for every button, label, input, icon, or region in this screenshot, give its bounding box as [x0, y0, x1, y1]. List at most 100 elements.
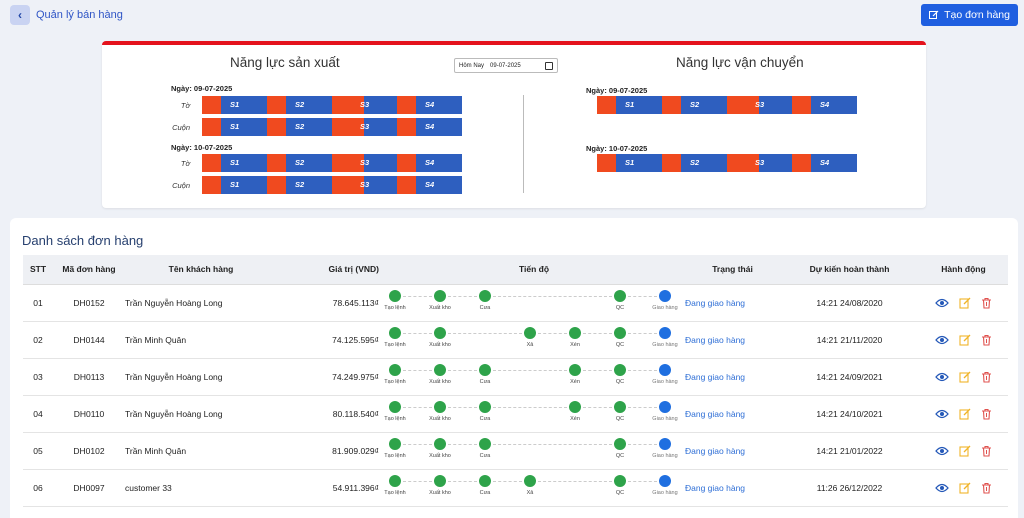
- progress-track: Tạo lệnh Xuất kho Cưa Xả QC Giao hàng: [383, 470, 685, 506]
- shipping-day-label: Ngày: 09-07-2025: [586, 86, 648, 95]
- eye-icon[interactable]: [935, 372, 949, 382]
- segment-s4: S4: [397, 96, 462, 114]
- status-link[interactable]: Đang giao hàng: [685, 432, 780, 470]
- create-order-label: Tạo đơn hàng: [944, 9, 1010, 21]
- trash-icon[interactable]: [981, 371, 992, 383]
- step-dot: [614, 326, 626, 339]
- progress-step-cua: Cưa: [469, 474, 501, 496]
- column-header[interactable]: Tiến độ: [383, 255, 685, 285]
- step-label: QC: [615, 452, 625, 459]
- progress-step-xuat: Xuất kho: [424, 474, 456, 496]
- segment-s1: S1: [597, 96, 662, 114]
- progress-step-qc: QC: [604, 474, 636, 496]
- edit-icon[interactable]: [959, 482, 971, 494]
- trash-icon[interactable]: [981, 482, 992, 494]
- step-dot: [614, 437, 626, 450]
- progress-step-xen: Xén: [559, 326, 591, 348]
- step-dot: [389, 437, 401, 450]
- eye-icon[interactable]: [935, 409, 949, 419]
- eye-icon[interactable]: [935, 298, 949, 308]
- column-header[interactable]: STT: [23, 255, 53, 285]
- chevron-left-icon[interactable]: ‹: [10, 5, 30, 25]
- segment-s2: S2: [267, 96, 332, 114]
- calendar-icon[interactable]: [545, 61, 553, 70]
- column-header[interactable]: Trạng thái: [685, 255, 780, 285]
- step-label: Xuất kho: [429, 378, 451, 385]
- progress-step-xen: Xén: [559, 363, 591, 385]
- edit-icon[interactable]: [959, 297, 971, 309]
- eye-icon[interactable]: [935, 335, 949, 345]
- step-label: Tạo lệnh: [384, 304, 406, 311]
- expected-completion: 14:21 24/09/2021: [780, 358, 919, 396]
- status-link[interactable]: Đang giao hàng: [685, 469, 780, 507]
- progress-step-tao: Tạo lệnh: [379, 289, 411, 311]
- production-day-label: Ngày: 10-07-2025: [171, 143, 233, 152]
- table-row[interactable]: 02 DH0144 Trần Minh Quân 74.125.595₫ Tạo lện…: [23, 321, 1008, 359]
- shipping-day-label: Ngày: 10-07-2025: [586, 144, 648, 153]
- step-dot: [659, 326, 671, 339]
- trash-icon[interactable]: [981, 445, 992, 457]
- progress-track: Tạo lệnh Xuất kho Cưa Xén QC Giao hàng: [383, 359, 685, 395]
- edit-icon[interactable]: [959, 334, 971, 346]
- step-dot: [569, 400, 581, 413]
- order-code: DH0102: [53, 432, 125, 470]
- eye-icon[interactable]: [935, 446, 949, 456]
- back-link[interactable]: ‹ Quản lý bán hàng: [10, 5, 123, 25]
- progress-track: Tạo lệnh Xuất kho Xả Xén QC Giao hàng: [383, 322, 685, 358]
- status-link[interactable]: Đang giao hàng: [685, 321, 780, 359]
- progress-cell: Tạo lệnh Xuất kho Cưa QC Giao hàng: [383, 432, 685, 470]
- progress-step-xuat: Xuất kho: [424, 363, 456, 385]
- date-picker[interactable]: Hôm Nay 09-07-2025: [454, 58, 558, 73]
- progress-cell: Tạo lệnh Xuất kho Cưa Xả QC Giao hàng: [383, 469, 685, 507]
- segment-s4: S4: [792, 154, 857, 172]
- step-label: Xén: [570, 378, 580, 385]
- column-header[interactable]: Giá trị (VND): [277, 255, 383, 285]
- table-row[interactable]: 04 DH0110 Trần Nguyễn Hoàng Long 80.118.540…: [23, 395, 1008, 433]
- column-header[interactable]: Mã đơn hàng: [53, 255, 125, 285]
- status-link[interactable]: Đang giao hàng: [685, 358, 780, 396]
- trash-icon[interactable]: [981, 408, 992, 420]
- step-dot: [479, 474, 491, 487]
- table-row[interactable]: 06 DH0097 customer 33 54.911.396₫ Tạo lệnh Xu…: [23, 469, 1008, 507]
- segment-s2: S2: [267, 176, 332, 194]
- create-order-button[interactable]: Tạo đơn hàng: [921, 4, 1018, 26]
- expected-completion: 14:21 21/11/2020: [780, 321, 919, 359]
- table-row[interactable]: 05 DH0102 Trần Minh Quân 81.909.029₫ Tạo lện…: [23, 432, 1008, 470]
- progress-cell: Tạo lệnh Xuất kho Cưa QC Giao hàng: [383, 284, 685, 322]
- segment-s2: S2: [267, 154, 332, 172]
- table-header-row: STT Mã đơn hàng Tên khách hàng Giá trị (…: [23, 255, 1008, 285]
- edit-icon[interactable]: [959, 408, 971, 420]
- progress-cell: Tạo lệnh Xuất kho Cưa Xén QC Giao hàng: [383, 358, 685, 396]
- row-index: 04: [23, 395, 53, 433]
- status-link[interactable]: Đang giao hàng: [685, 395, 780, 433]
- column-header[interactable]: Dự kiến hoàn thành: [780, 255, 919, 285]
- edit-icon[interactable]: [959, 371, 971, 383]
- column-header[interactable]: Tên khách hàng: [125, 255, 277, 285]
- step-dot: [614, 363, 626, 376]
- eye-icon[interactable]: [935, 483, 949, 493]
- production-day-label: Ngày: 09-07-2025: [171, 84, 233, 93]
- step-label: Tạo lệnh: [384, 489, 406, 496]
- step-label: QC: [615, 304, 625, 311]
- step-dot: [659, 400, 671, 413]
- order-list-title: Danh sách đơn hàng: [22, 233, 144, 248]
- actions-cell: [919, 395, 1008, 433]
- row-label-to: Tờ: [180, 101, 190, 110]
- step-label: Tạo lệnh: [384, 452, 406, 459]
- edit-icon[interactable]: [959, 445, 971, 457]
- table-row[interactable]: 03 DH0113 Trần Nguyễn Hoàng Long 74.249.975…: [23, 358, 1008, 396]
- trash-icon[interactable]: [981, 297, 992, 309]
- capacity-bar: S1 S2 S3 S4: [202, 154, 462, 172]
- progress-step-tao: Tạo lệnh: [379, 363, 411, 385]
- table-row[interactable]: 01 DH0152 Trần Nguyễn Hoàng Long 78.645.113…: [23, 284, 1008, 322]
- order-code: DH0152: [53, 284, 125, 322]
- step-dot: [389, 363, 401, 376]
- step-label: Tạo lệnh: [384, 378, 406, 385]
- step-label: Giao hàng: [652, 415, 678, 422]
- order-value: 78.645.113₫: [277, 284, 383, 322]
- order-value: 81.909.029₫: [277, 432, 383, 470]
- status-link[interactable]: Đang giao hàng: [685, 284, 780, 322]
- actions-cell: [919, 284, 1008, 322]
- actions-cell: [919, 321, 1008, 359]
- trash-icon[interactable]: [981, 334, 992, 346]
